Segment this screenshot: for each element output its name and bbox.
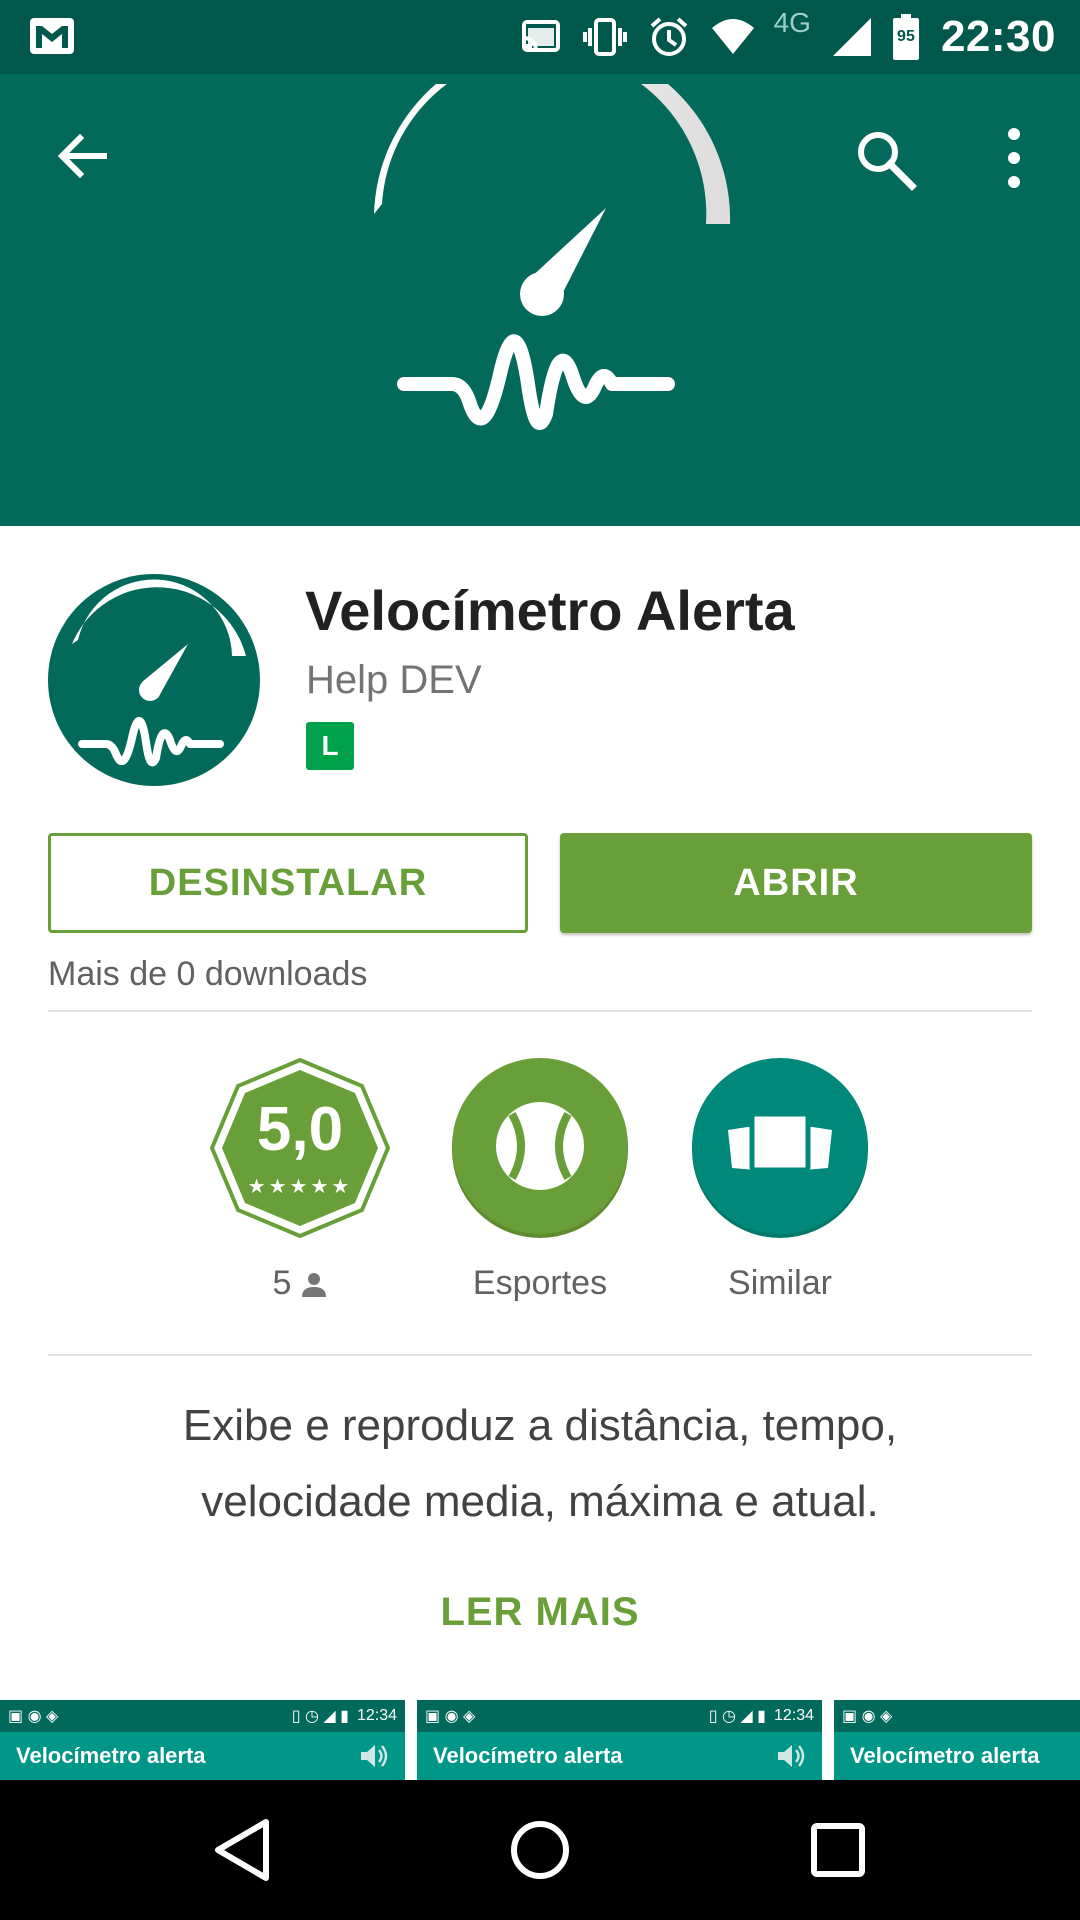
rating-stars: ★★★★★: [247, 1176, 353, 1198]
navigation-bar: [0, 1780, 1080, 1920]
app-icon: [48, 574, 260, 786]
more-vert-icon[interactable]: [994, 122, 1034, 194]
rating-count-value: 5: [272, 1264, 292, 1302]
similar-badge[interactable]: [690, 1058, 870, 1238]
downloads-count: Mais de 0 downloads: [48, 955, 368, 993]
signal-icon: [832, 18, 871, 56]
open-button[interactable]: ABRIR: [560, 833, 1032, 933]
clock: 22:30: [940, 12, 1056, 61]
volume-icon: [778, 1745, 805, 1767]
status-icons: ▯ ◷ ◢ ▮: [291, 1708, 349, 1725]
person-icon: [302, 1272, 327, 1297]
short-description: Exibe e reproduz a distância, tempo, vel…: [182, 1401, 898, 1526]
wifi-icon: [711, 19, 754, 54]
read-more-button[interactable]: LER MAIS: [0, 1590, 1080, 1635]
category-label[interactable]: Esportes: [450, 1264, 630, 1303]
battery-icon: 95: [892, 14, 919, 60]
back-nav-icon[interactable]: [204, 1812, 280, 1888]
content-rating-badge: L: [306, 722, 354, 770]
network-type: 4G: [773, 7, 811, 38]
recents-nav-icon[interactable]: [800, 1812, 876, 1888]
uninstall-button[interactable]: DESINSTALAR: [48, 833, 528, 933]
shot-time: 12:34: [773, 1707, 814, 1724]
divider: [48, 1354, 1032, 1356]
notification-icons: ▣ ◉ ◈: [8, 1708, 59, 1725]
shot-time: 12:34: [356, 1707, 397, 1724]
battery-level: 95: [897, 28, 915, 45]
category-badge[interactable]: [450, 1058, 630, 1238]
status-bar: 4G 95 22:30: [0, 0, 1080, 74]
rating-value: 5,0: [256, 1095, 344, 1164]
search-icon[interactable]: [852, 126, 918, 192]
feature-graphic-header: [0, 74, 1080, 526]
similar-label[interactable]: Similar: [690, 1264, 870, 1303]
home-nav-icon[interactable]: [502, 1812, 578, 1888]
notification-icons: ▣ ◉ ◈: [842, 1708, 893, 1725]
arrow-left-icon[interactable]: [52, 126, 112, 186]
divider: [48, 1010, 1032, 1012]
cast-icon: [521, 20, 560, 52]
volume-icon: [361, 1745, 388, 1767]
shot-title: Velocímetro alerta: [16, 1743, 206, 1768]
gmail-icon: [30, 18, 74, 54]
notification-icons: ▣ ◉ ◈: [425, 1708, 476, 1725]
alarm-icon: [650, 17, 687, 56]
shot-title: Velocímetro alerta: [433, 1743, 623, 1768]
screenshot-thumbnail[interactable]: ▣ ◉ ◈ ▯ ◷ ◢ ▮ 12:34 Velocímetro alerta: [0, 1700, 405, 1780]
developer-link[interactable]: Help DEV: [306, 658, 482, 703]
rating-count: 5: [210, 1264, 390, 1303]
vibrate-icon: [582, 18, 627, 56]
shot-title: Velocímetro alerta: [850, 1743, 1040, 1768]
speedometer-wave-art: [374, 84, 731, 431]
screenshot-thumbnail[interactable]: ▣ ◉ ◈ Velocímetro alerta: [834, 1700, 1080, 1780]
screenshot-thumbnail[interactable]: ▣ ◉ ◈ ▯ ◷ ◢ ▮ 12:34 Velocímetro alerta: [417, 1700, 822, 1780]
status-icons: ▯ ◷ ◢ ▮: [708, 1708, 766, 1725]
app-title: Velocímetro Alerta: [305, 579, 795, 642]
